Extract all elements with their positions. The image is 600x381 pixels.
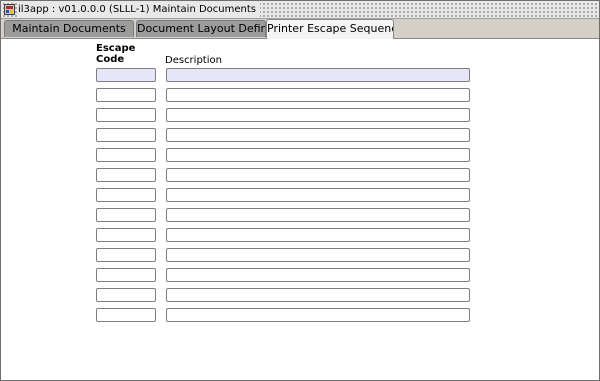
description-field[interactable] bbox=[166, 288, 470, 302]
escape-code-field[interactable] bbox=[96, 228, 156, 242]
app-window: il3app : v01.0.0.0 (SLLL-1) Maintain Doc… bbox=[0, 0, 600, 381]
escape-code-field[interactable] bbox=[96, 88, 156, 102]
description-field[interactable] bbox=[166, 308, 470, 322]
description-header: Description bbox=[165, 55, 222, 66]
window-title: il3app : v01.0.0.0 (SLLL-1) Maintain Doc… bbox=[17, 2, 260, 17]
escape-code-field[interactable] bbox=[96, 308, 156, 322]
description-field[interactable] bbox=[166, 148, 470, 162]
tab-printer-escape-sequences[interactable]: Printer Escape Sequences bbox=[266, 19, 394, 39]
escape-code-field[interactable] bbox=[96, 268, 156, 282]
escape-code-field[interactable] bbox=[96, 168, 156, 182]
description-field[interactable] bbox=[166, 248, 470, 262]
escape-code-field[interactable] bbox=[96, 68, 156, 82]
description-field[interactable] bbox=[166, 228, 470, 242]
escape-code-field[interactable] bbox=[96, 288, 156, 302]
description-field[interactable] bbox=[166, 188, 470, 202]
description-field[interactable] bbox=[166, 268, 470, 282]
tab-maintain-documents[interactable]: Maintain Documents bbox=[4, 20, 134, 37]
tab-document-layout-definition[interactable]: Document Layout Definition bbox=[136, 20, 266, 37]
description-field[interactable] bbox=[166, 208, 470, 222]
app-window-icon bbox=[4, 4, 15, 15]
escape-code-field[interactable] bbox=[96, 148, 156, 162]
printer-escape-sequences-panel: Escape Code Description bbox=[1, 38, 599, 380]
escape-code-field[interactable] bbox=[96, 208, 156, 222]
escape-code-field[interactable] bbox=[96, 128, 156, 142]
description-field[interactable] bbox=[166, 108, 470, 122]
escape-code-field[interactable] bbox=[96, 248, 156, 262]
title-bar[interactable]: il3app : v01.0.0.0 (SLLL-1) Maintain Doc… bbox=[1, 1, 599, 19]
description-field[interactable] bbox=[166, 168, 470, 182]
description-field[interactable] bbox=[166, 68, 470, 82]
description-field[interactable] bbox=[166, 128, 470, 142]
tab-strip: Maintain Documents Document Layout Defin… bbox=[1, 19, 599, 39]
escape-code-field[interactable] bbox=[96, 188, 156, 202]
escape-code-field[interactable] bbox=[96, 108, 156, 122]
description-field[interactable] bbox=[166, 88, 470, 102]
escape-code-header-line2: Code bbox=[96, 54, 125, 65]
